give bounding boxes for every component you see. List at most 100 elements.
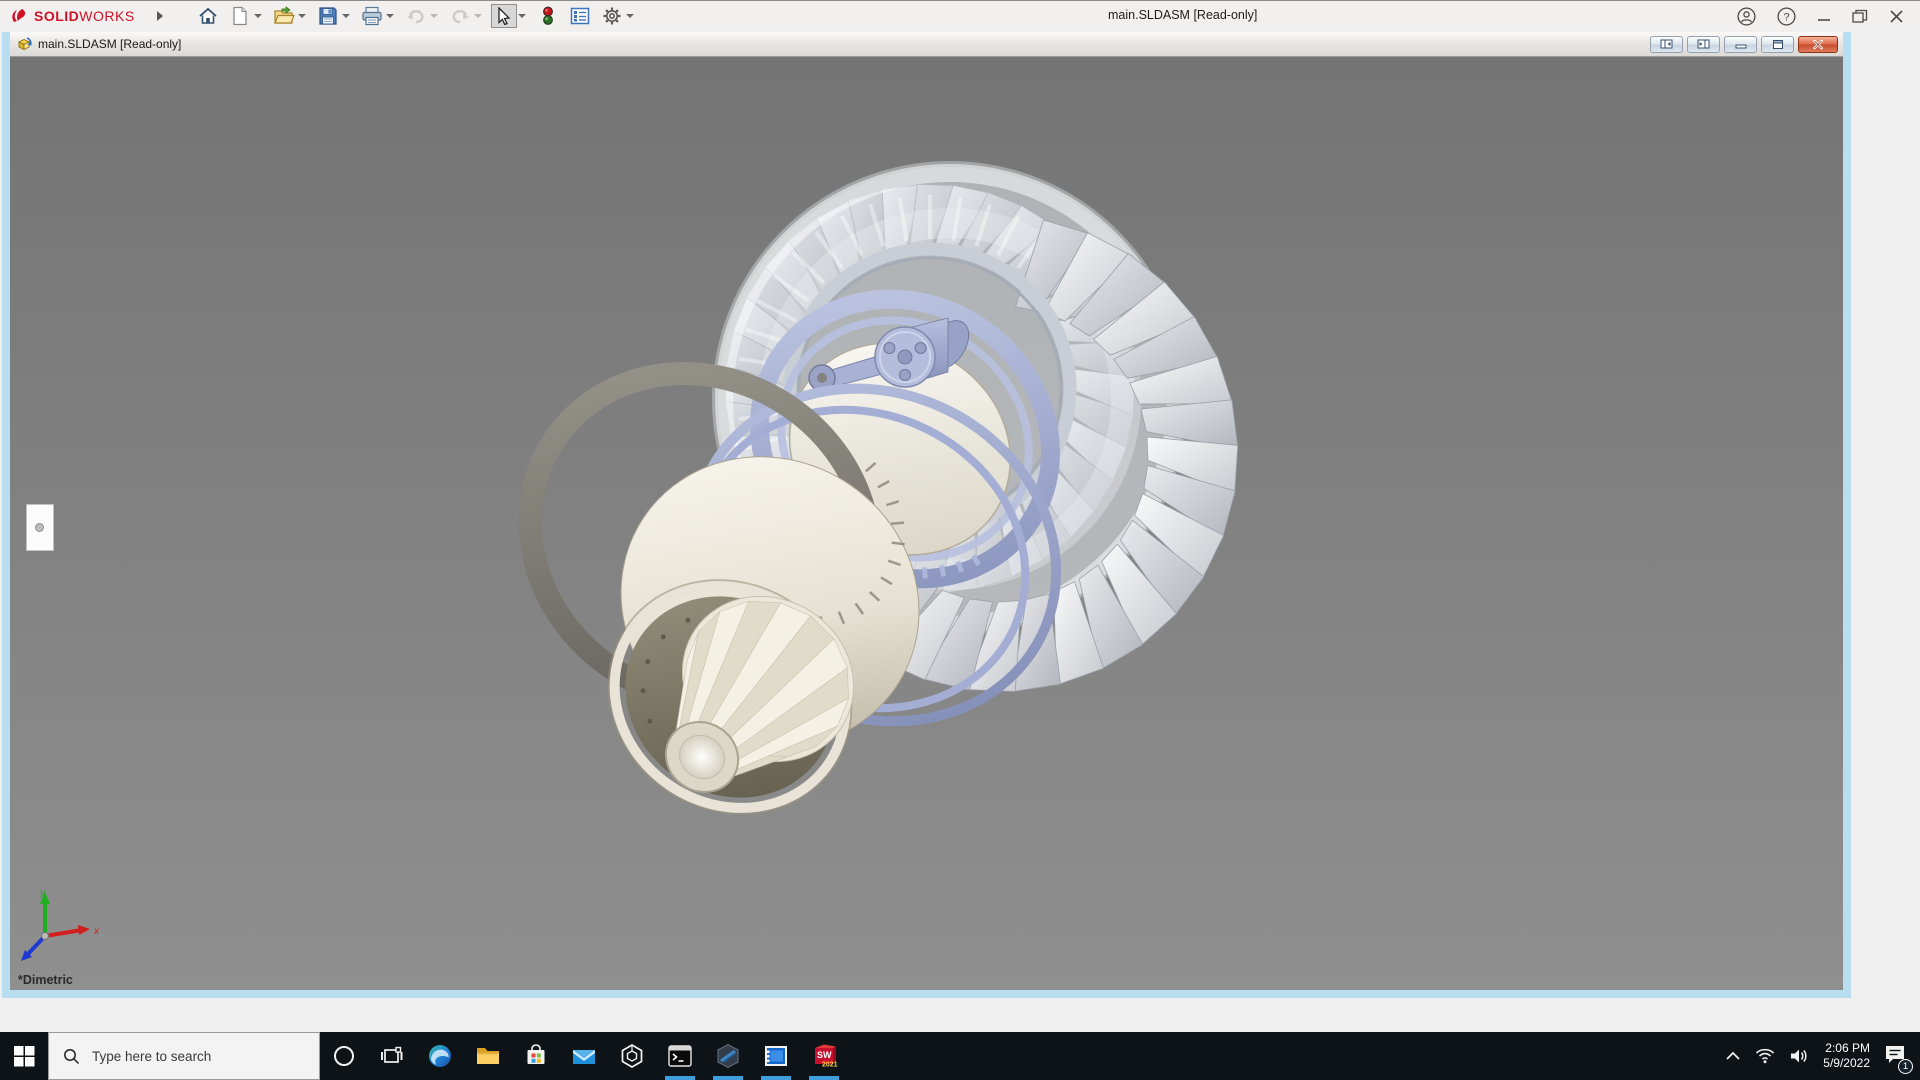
3d-viewer-button[interactable] — [608, 1032, 656, 1080]
app-title: main.SLDASM [Read-only] — [1108, 8, 1258, 22]
app-window-controls: ? — [1737, 1, 1920, 31]
graphics-viewport[interactable]: y x *Dimetric — [10, 57, 1843, 990]
solidworks-logo-icon — [12, 8, 26, 22]
undo-button[interactable] — [403, 4, 429, 28]
save-icon — [319, 6, 337, 25]
cortana-icon — [334, 1046, 354, 1066]
file-properties-icon — [570, 7, 589, 24]
redo-icon — [452, 9, 469, 23]
gear-icon — [603, 7, 621, 24]
mdi-background: main.SLDASM [Read-only] y x *Dimetric — [0, 30, 1920, 1032]
featuremanager-collapsed-tab[interactable] — [26, 504, 54, 551]
edge-button[interactable] — [416, 1032, 464, 1080]
taskbar-clock[interactable]: 2:06 PM 5/9/2022 — [1823, 1041, 1870, 1071]
document-window-controls — [1650, 35, 1843, 53]
pane-expand-handle[interactable] — [35, 523, 44, 532]
document-titlebar[interactable]: main.SLDASM [Read-only] — [10, 32, 1843, 57]
split-pane-left-button[interactable] — [1650, 35, 1683, 53]
mail-icon — [573, 1050, 595, 1064]
svg-text:2021: 2021 — [822, 1062, 838, 1069]
display-status-button[interactable] — [535, 4, 561, 28]
view-orientation-label: *Dimetric — [18, 973, 73, 987]
select-dropdown[interactable] — [517, 13, 526, 18]
svg-text:?: ? — [1783, 11, 1789, 23]
options-dropdown[interactable] — [625, 13, 634, 18]
solidworks-2021-icon: SW 2021 — [815, 1044, 838, 1069]
running-app-indicator — [665, 1076, 695, 1080]
clock-date: 5/9/2022 — [1823, 1056, 1870, 1070]
svg-text:SW: SW — [817, 1050, 832, 1060]
save-button[interactable] — [315, 4, 341, 28]
assembly-file-icon — [17, 37, 32, 51]
open-button[interactable] — [271, 4, 297, 28]
new-document-button[interactable] — [227, 4, 253, 28]
wifi-icon[interactable] — [1755, 1048, 1775, 1064]
close-icon[interactable] — [1889, 9, 1904, 24]
print-icon — [362, 6, 382, 25]
3d-viewer-icon — [621, 1044, 643, 1068]
file-explorer-button[interactable] — [464, 1032, 512, 1080]
3d-model-jet-engine[interactable] — [10, 57, 1843, 990]
doc-close-button[interactable] — [1798, 35, 1838, 53]
home-button[interactable] — [195, 4, 221, 28]
options-button[interactable] — [599, 4, 625, 28]
doc-restore-button[interactable] — [1761, 35, 1794, 53]
help-icon[interactable]: ? — [1777, 6, 1796, 26]
clock-time: 2:06 PM — [1825, 1041, 1870, 1055]
print-dropdown[interactable] — [385, 13, 394, 18]
solidworks-logo: SOLIDWORKS — [10, 6, 135, 26]
media-app-icon — [765, 1046, 787, 1066]
home-icon — [199, 7, 217, 24]
triad-y-label: y — [39, 888, 46, 899]
store-icon — [527, 1044, 545, 1064]
undo-dropdown[interactable] — [429, 13, 438, 18]
cad-utility-button[interactable] — [704, 1032, 752, 1080]
print-button[interactable] — [359, 4, 385, 28]
split-pane-right-button[interactable] — [1687, 35, 1720, 53]
running-app-indicator — [713, 1076, 743, 1080]
document-window: main.SLDASM [Read-only] y x *Dimetric — [2, 32, 1851, 998]
open-dropdown[interactable] — [297, 13, 306, 18]
new-document-icon — [233, 6, 247, 25]
taskbar-search[interactable] — [48, 1032, 320, 1080]
search-input[interactable] — [90, 1047, 310, 1065]
media-app-button[interactable] — [752, 1032, 800, 1080]
solidworks-wordmark: SOLIDWORKS — [34, 7, 135, 24]
orientation-triad: y x — [21, 888, 100, 961]
action-center-button[interactable]: 1 — [1884, 1044, 1913, 1074]
volume-icon[interactable] — [1789, 1048, 1809, 1064]
restore-icon[interactable] — [1852, 9, 1868, 24]
quick-access-toolbar — [189, 3, 637, 28]
save-dropdown[interactable] — [341, 13, 350, 18]
redo-dropdown[interactable] — [473, 13, 482, 18]
edge-icon — [429, 1045, 451, 1067]
select-tool-button[interactable] — [490, 3, 517, 28]
start-button[interactable] — [0, 1032, 48, 1080]
store-button[interactable] — [512, 1032, 560, 1080]
new-document-dropdown[interactable] — [253, 13, 262, 18]
cad-utility-icon — [717, 1043, 739, 1069]
search-icon — [64, 1048, 80, 1064]
open-folder-icon — [273, 5, 295, 24]
redo-button[interactable] — [447, 4, 473, 28]
undo-icon — [406, 9, 424, 23]
solidworks-taskbar-button[interactable]: SW 2021 — [800, 1032, 848, 1080]
minimize-icon[interactable] — [1817, 9, 1831, 23]
select-cursor-icon — [498, 6, 511, 25]
file-explorer-icon — [477, 1048, 499, 1064]
windows-start-icon — [13, 1045, 34, 1066]
account-icon[interactable] — [1737, 6, 1756, 26]
command-prompt-icon — [668, 1045, 692, 1067]
document-title: main.SLDASM [Read-only] — [38, 37, 182, 51]
task-view-button[interactable] — [368, 1032, 416, 1080]
running-app-indicator — [761, 1076, 791, 1080]
hidden-icons-chevron[interactable] — [1725, 1051, 1741, 1061]
cortana-button[interactable] — [320, 1032, 368, 1080]
doc-minimize-button[interactable] — [1724, 35, 1757, 53]
app-titlebar: SOLIDWORKS main.SLDASM [Read-only] ? — [0, 0, 1920, 30]
file-properties-button[interactable] — [567, 4, 593, 28]
task-view-icon — [381, 1046, 403, 1063]
mail-button[interactable] — [560, 1032, 608, 1080]
menu-expand-arrow-icon[interactable] — [156, 10, 163, 21]
command-prompt-button[interactable] — [656, 1032, 704, 1080]
